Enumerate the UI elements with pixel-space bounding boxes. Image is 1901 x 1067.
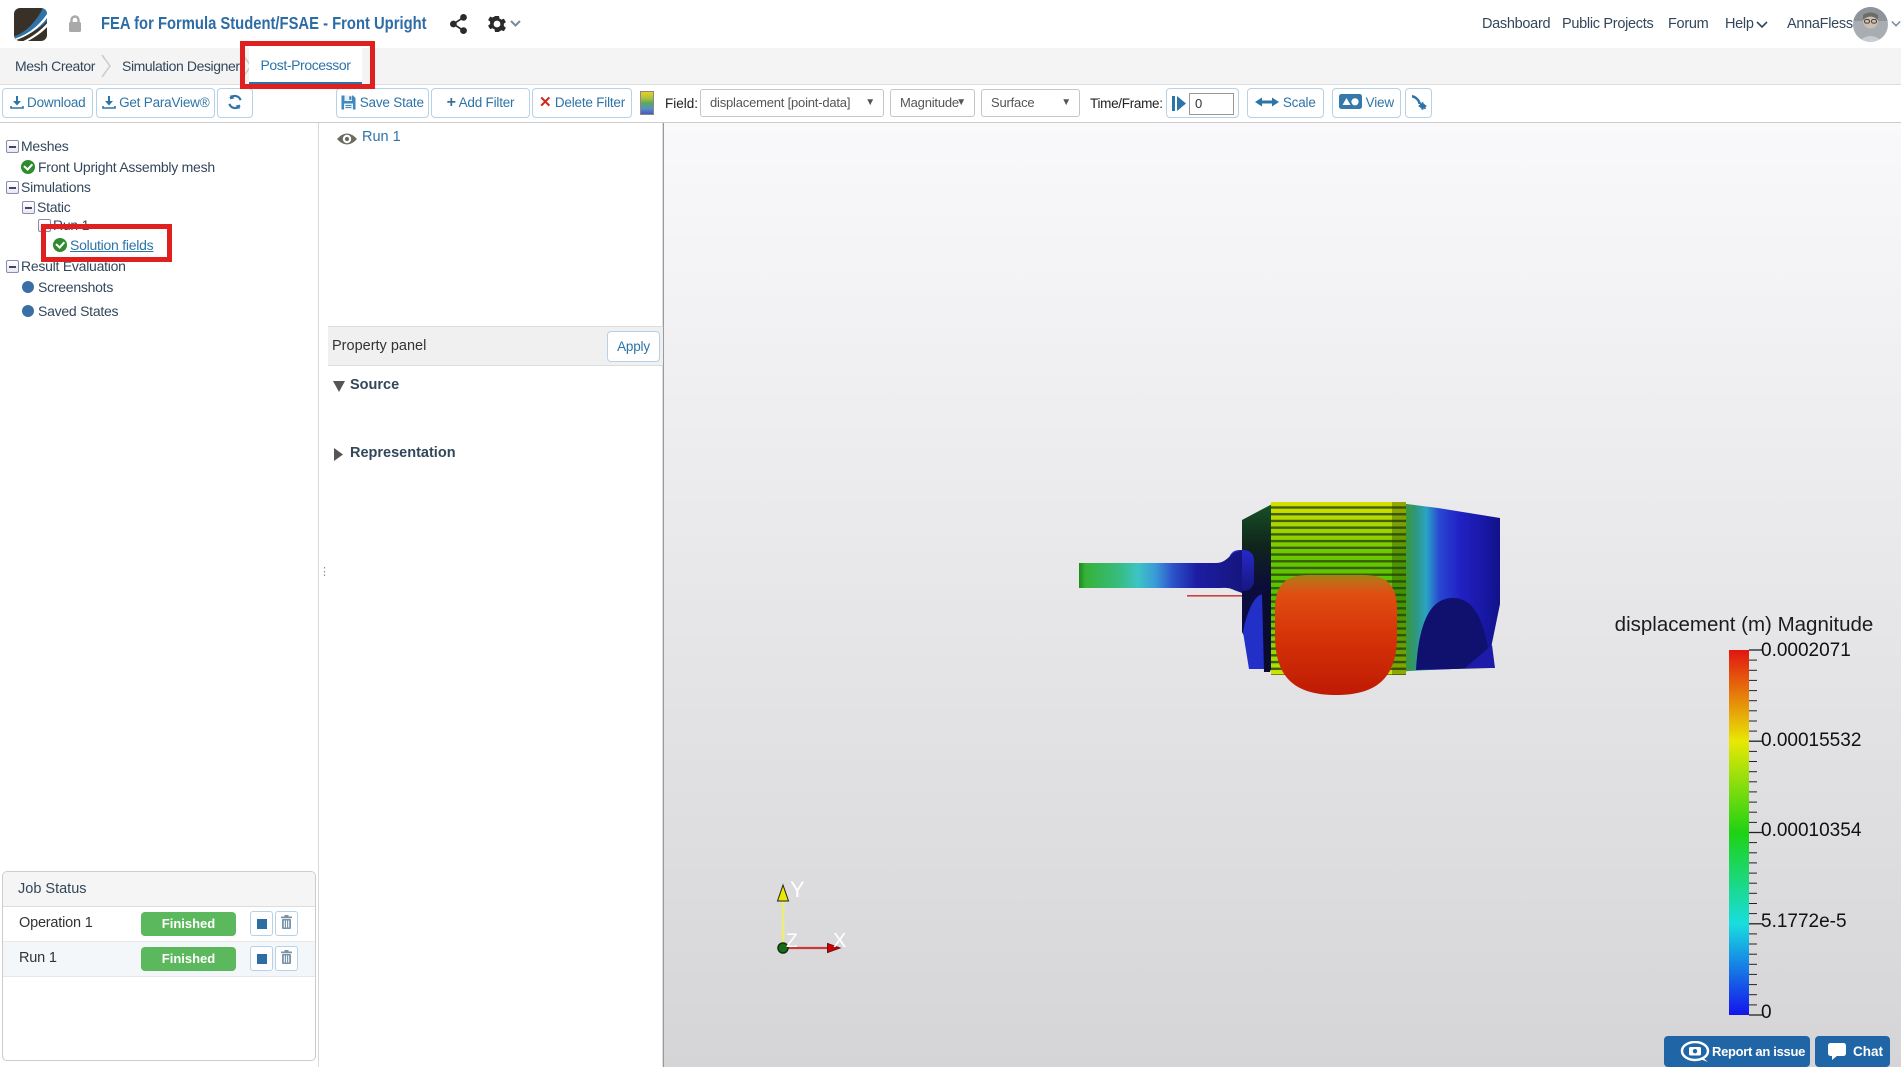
- svg-text:X: X: [833, 930, 846, 952]
- svg-text:Y: Y: [790, 877, 805, 902]
- svg-text:Z: Z: [786, 931, 798, 952]
